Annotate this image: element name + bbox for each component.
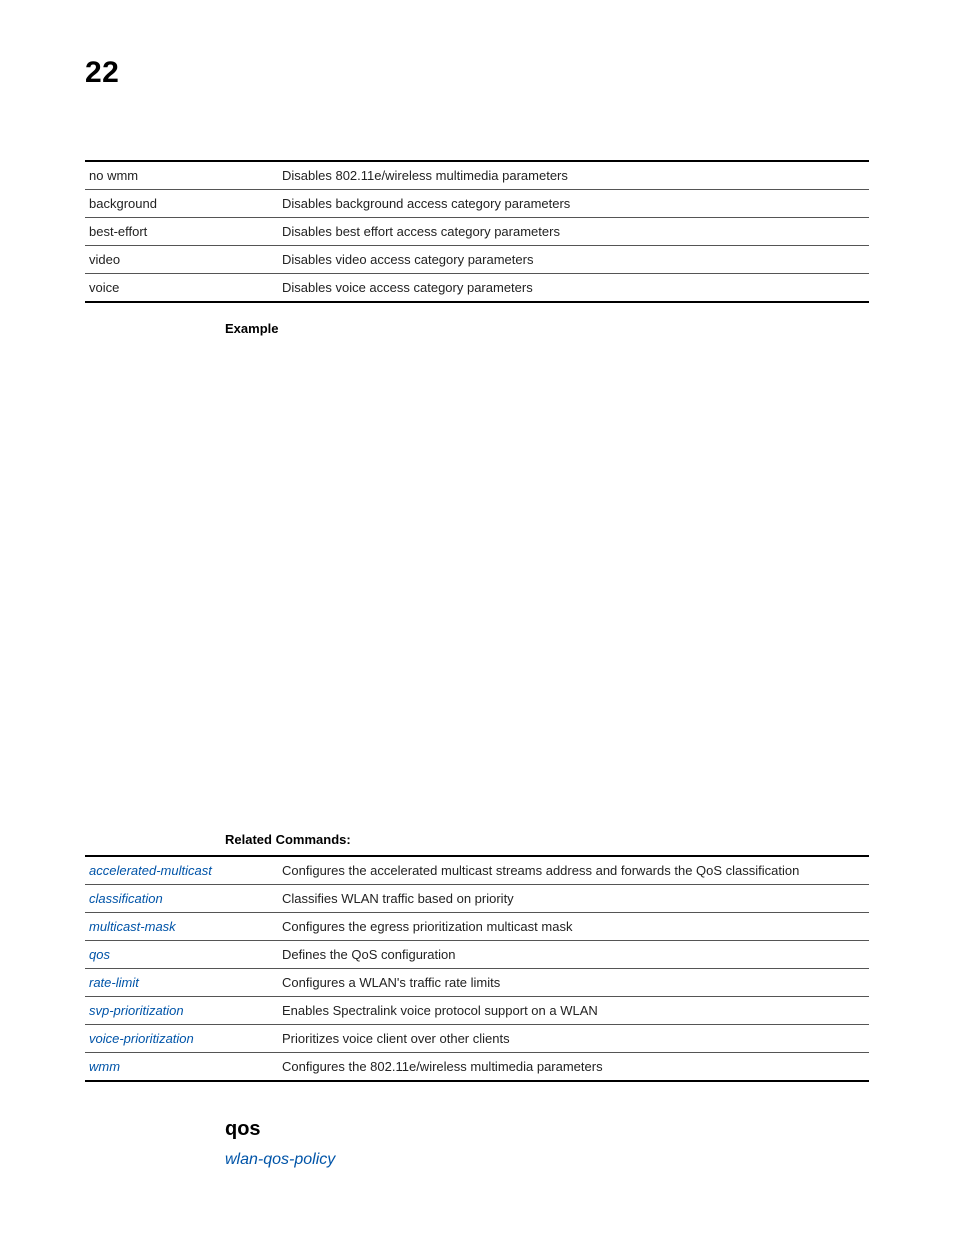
related-name: classification [85,885,278,913]
related-command-link[interactable]: qos [89,947,110,962]
related-commands-label: Related Commands: [225,832,869,847]
related-name: accelerated-multicast [85,856,278,885]
related-name: qos [85,941,278,969]
param-desc: Disables background access category para… [278,190,869,218]
table-row: voice-prioritization Prioritizes voice cl… [85,1025,869,1053]
related-command-link[interactable]: accelerated-multicast [89,863,212,878]
related-name: wmm [85,1053,278,1082]
related-name: svp-prioritization [85,997,278,1025]
param-name: background [85,190,278,218]
related-desc: Configures the accelerated multicast str… [278,856,869,885]
chapter-number: 22 [85,56,869,90]
table-row: wmm Configures the 802.11e/wireless multi… [85,1053,869,1082]
table-row: accelerated-multicast Configures the acce… [85,856,869,885]
related-name: rate-limit [85,969,278,997]
table-row: rate-limit Configures a WLAN's traffic ra… [85,969,869,997]
related-desc: Configures a WLAN's traffic rate limits [278,969,869,997]
param-desc: Disables video access category parameter… [278,246,869,274]
param-name: no wmm [85,161,278,190]
table-row: classification Classifies WLAN traffic ba… [85,885,869,913]
related-desc: Enables Spectralink voice protocol suppo… [278,997,869,1025]
related-command-link[interactable]: classification [89,891,163,906]
table-row: svp-prioritization Enables Spectralink vo… [85,997,869,1025]
table-row: videoDisables video access category para… [85,246,869,274]
related-desc: Classifies WLAN traffic based on priorit… [278,885,869,913]
related-command-link[interactable]: svp-prioritization [89,1003,184,1018]
related-command-link[interactable]: voice-prioritization [89,1031,194,1046]
wlan-qos-policy-link[interactable]: wlan-qos-policy [225,1151,335,1168]
table-row: backgroundDisables background access cat… [85,190,869,218]
param-desc: Disables 802.11e/wireless multimedia par… [278,161,869,190]
table-row: no wmmDisables 802.11e/wireless multimed… [85,161,869,190]
related-command-link[interactable]: multicast-mask [89,919,176,934]
related-desc: Defines the QoS configuration [278,941,869,969]
related-desc: Configures the 802.11e/wireless multimed… [278,1053,869,1082]
param-desc: Disables best effort access category par… [278,218,869,246]
related-desc: Prioritizes voice client over other clie… [278,1025,869,1053]
related-command-link[interactable]: rate-limit [89,975,139,990]
table-row: voiceDisables voice access category para… [85,274,869,303]
related-command-link[interactable]: wmm [89,1059,120,1074]
param-name: best-effort [85,218,278,246]
table-row: multicast-mask Configures the egress prio… [85,913,869,941]
param-desc: Disables voice access category parameter… [278,274,869,303]
example-label: Example [225,321,869,336]
param-name: video [85,246,278,274]
qos-heading: qos [225,1118,869,1141]
related-name: voice-prioritization [85,1025,278,1053]
table-row: qos Defines the QoS configuration [85,941,869,969]
param-name: voice [85,274,278,303]
related-commands-table: accelerated-multicast Configures the acce… [85,855,869,1082]
table-row: best-effortDisables best effort access c… [85,218,869,246]
related-desc: Configures the egress prioritization mul… [278,913,869,941]
parameters-table: no wmmDisables 802.11e/wireless multimed… [85,160,869,303]
related-name: multicast-mask [85,913,278,941]
